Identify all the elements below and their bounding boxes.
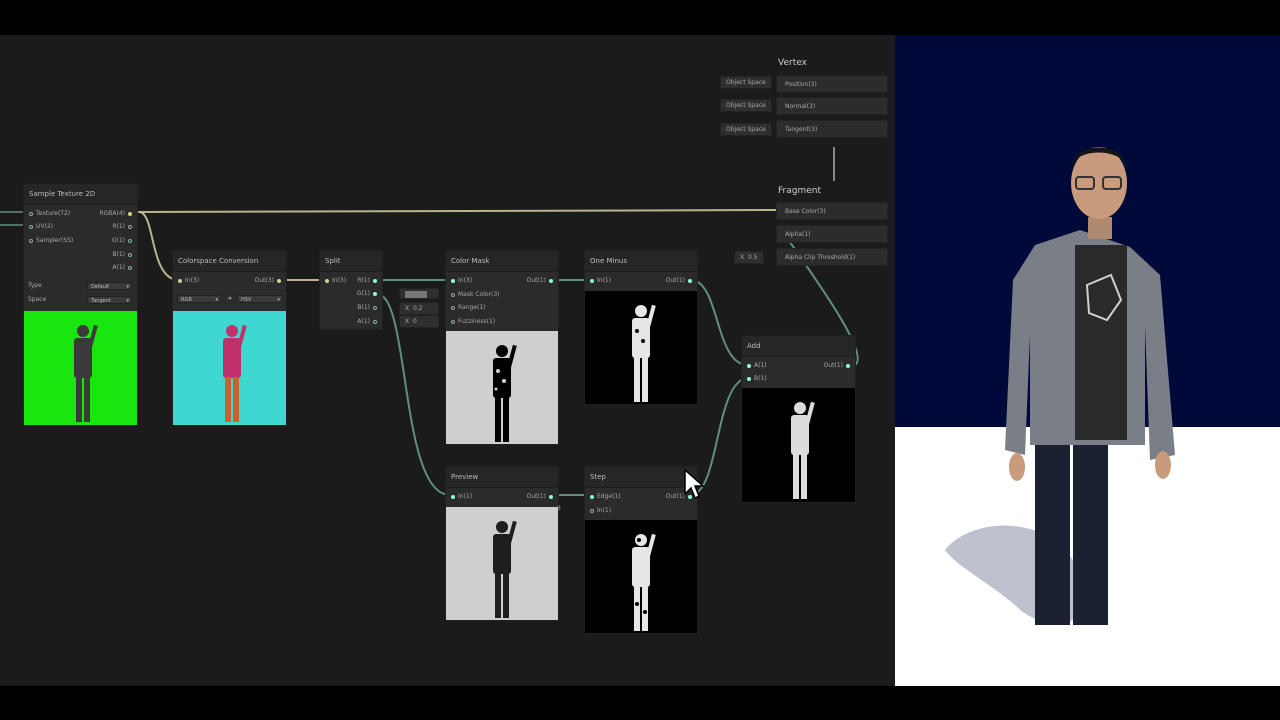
add-input-b[interactable]: B(1) [744,374,767,384]
color-mask-preview [446,331,558,444]
color-mask-title: Color Mask [446,251,558,272]
color-mask-input-maskcolor[interactable]: Mask Color(3) [448,290,500,300]
sample-texture-2d-node[interactable]: Sample Texture 2D Texture(T2) UV(2) Samp… [23,183,138,425]
input-sampler[interactable]: Sampler(SS) [26,236,73,246]
vertex-space-position[interactable]: Object Space [720,76,772,89]
type-label: Type [28,282,42,289]
wire-rgba-colorspace [139,211,177,281]
colorspace-title: Colorspace Conversion [173,251,286,272]
step-title: Step [585,467,697,488]
vertex-port-position[interactable]: Position(3) [776,75,888,93]
preview-title: Preview [446,467,558,488]
input-uv[interactable]: UV(2) [26,222,53,232]
fragment-port-alpha[interactable]: Alpha(1) [776,225,888,243]
shader-graph-canvas[interactable]: Vertex Position(3) Normal(3) Tangent(3) … [0,35,895,686]
step-input-edge[interactable]: Edge(1) [587,492,621,502]
colorspace-output[interactable]: Out(3) [255,276,284,286]
vertex-port-tangent[interactable]: Tangent(3) [776,120,888,138]
preview-output[interactable]: Out(1) [527,492,556,502]
preview-image [446,507,558,620]
colorspace-to-dropdown[interactable]: HSV ▾ [237,295,283,303]
add-input-a[interactable]: A(1) [744,361,767,371]
fragment-port-basecolor[interactable]: Base Color(3) [776,202,888,220]
output-g[interactable]: G(1) [112,236,135,246]
alpha-clip-threshold-value[interactable]: X 0.5 [734,251,764,264]
split-output-g[interactable]: G(1) [357,289,380,299]
output-r[interactable]: R(1) [112,222,135,232]
fragment-port-alphaclip[interactable]: Alpha Clip Threshold(1) [776,248,888,266]
sample-texture-title: Sample Texture 2D [24,184,137,205]
mouse-cursor-icon [684,468,705,500]
split-input[interactable]: In(3) [322,276,346,286]
mask-color-swatch[interactable] [399,288,439,299]
one-minus-node[interactable]: One Minus In(1) Out(1) [584,250,698,405]
color-mask-input-fuzziness[interactable]: Fuzziness(1) [448,317,495,327]
input-texture[interactable]: Texture(T2) [26,209,70,219]
preview-node[interactable]: Preview In(1) Out(1) [445,466,559,621]
color-mask-output[interactable]: Out(1) [527,276,556,286]
split-output-b[interactable]: B(1) [357,303,380,313]
step-node[interactable]: Step Edge(1) In(1) Out(1) [584,466,698,634]
color-mask-input-in[interactable]: In(3) [448,276,472,286]
fragment-title: Fragment [778,186,821,196]
wire-inputs-left [0,211,25,226]
add-title: Add [742,336,855,357]
wire-rgba-basecolor [136,209,781,213]
output-rgba[interactable]: RGBA(4) [99,209,135,219]
preview-input[interactable]: In(1) [448,492,472,502]
color-mask-input-range[interactable]: Range(1) [448,303,486,313]
output-b[interactable]: B(1) [112,250,135,260]
color-mask-node[interactable]: Color Mask In(3) Mask Color(3) Range(1) … [445,250,559,445]
top-letterbox [0,0,1280,35]
space-label: Space [28,296,47,303]
fuzziness-value-field[interactable]: X 0 [399,315,439,328]
type-dropdown[interactable]: Default ▾ [87,282,132,290]
vertex-port-normal[interactable]: Normal(3) [776,97,888,115]
step-edge-value[interactable]: 3 [557,504,561,514]
colorspace-preview [173,311,286,425]
split-output-a[interactable]: A(1) [357,317,380,327]
split-node[interactable]: Split In(3) R(1) G(1) B(1) A(1) [319,250,383,330]
add-node[interactable]: Add A(1) B(1) Out(1) [741,335,856,503]
vertex-space-tangent[interactable]: Object Space [720,123,772,136]
output-a[interactable]: A(1) [112,263,135,273]
vertex-space-normal[interactable]: Object Space [720,99,772,112]
space-dropdown[interactable]: Tangent ▾ [87,296,132,304]
keyed-person-figure [945,147,1175,625]
one-minus-preview [585,291,697,404]
sample-texture-preview [24,311,137,425]
colorspace-conversion-node[interactable]: Colorspace Conversion In(3) Out(3) RGB ▾ … [172,250,287,425]
colorspace-input[interactable]: In(3) [175,276,199,286]
range-value-field[interactable]: X 0.2 [399,302,439,315]
one-minus-title: One Minus [585,251,697,272]
wire-oneminus-add [691,279,749,366]
step-preview [585,520,697,633]
colorspace-from-dropdown[interactable]: RGB ▾ [177,295,221,303]
add-output[interactable]: Out(1) [824,361,853,371]
step-input-in[interactable]: In(1) [587,506,611,516]
one-minus-input[interactable]: In(1) [587,276,611,286]
bottom-letterbox [0,686,1280,720]
scene-viewport[interactable] [895,35,1280,686]
one-minus-output[interactable]: Out(1) [666,276,695,286]
split-title: Split [320,251,382,272]
vertex-title: Vertex [778,58,807,68]
add-preview [742,388,855,502]
split-output-r[interactable]: R(1) [357,276,380,286]
colorspace-arrow: ➜ [227,295,233,302]
